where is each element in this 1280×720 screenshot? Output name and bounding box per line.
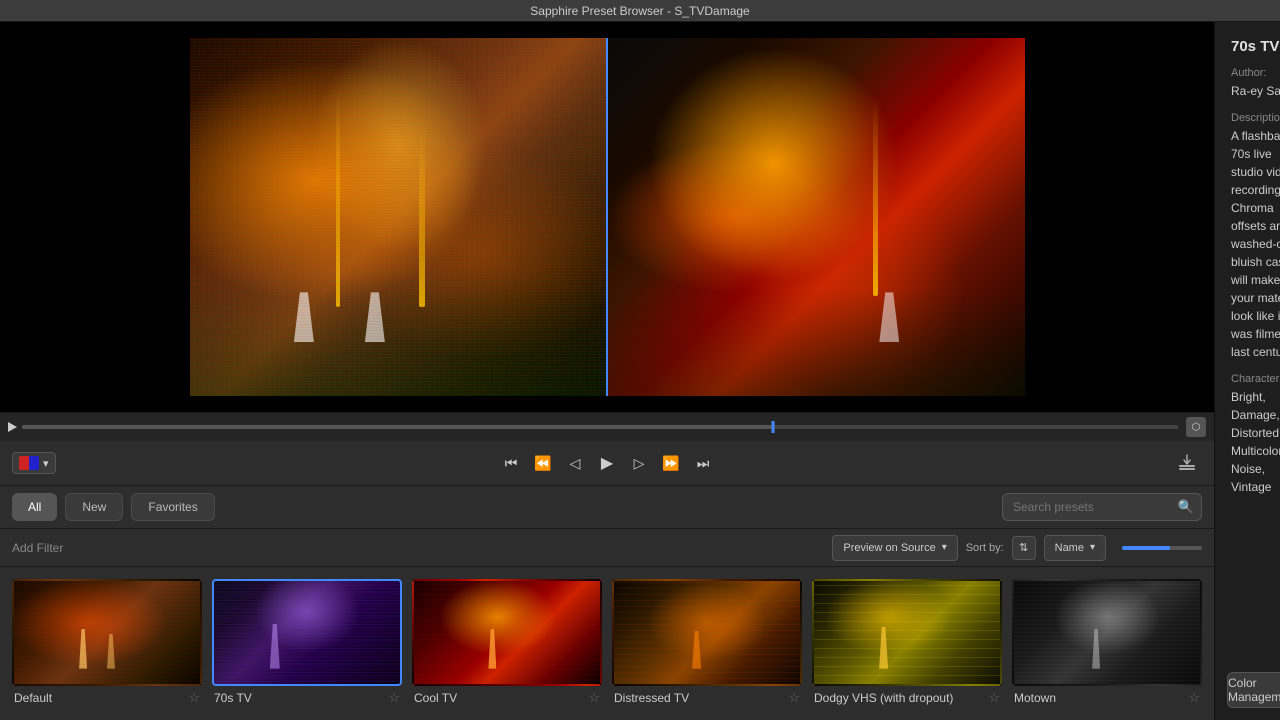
author-value: Ra-ey Saleh bbox=[1231, 82, 1280, 100]
color-management-button[interactable]: Color Management bbox=[1227, 672, 1280, 708]
filter-tab-all[interactable]: All bbox=[12, 493, 57, 521]
search-icon: 🔍 bbox=[1178, 499, 1194, 515]
characteristics-label: Characteristics: bbox=[1231, 373, 1280, 385]
preset-thumb-default bbox=[12, 579, 202, 686]
favorite-icon-motown[interactable]: ☆ bbox=[1188, 690, 1200, 706]
favorite-icon-dodgy[interactable]: ☆ bbox=[988, 690, 1000, 706]
field-overlay bbox=[190, 271, 608, 396]
favorite-icon-70stv[interactable]: ☆ bbox=[388, 690, 400, 706]
preview-left bbox=[190, 38, 608, 396]
step-forward-button[interactable]: ▷ bbox=[625, 449, 653, 477]
preset-thumb-dodgy bbox=[812, 579, 1002, 686]
thumbnails-area: Default ☆ 70s TV ☆ bbox=[0, 567, 1214, 720]
preset-info: 70s TV Author: Ra-ey Saleh Description: … bbox=[1215, 22, 1280, 672]
favorite-icon-distressed[interactable]: ☆ bbox=[788, 690, 800, 706]
title-bar: Sapphire Preset Browser - S_TVDamage bbox=[0, 0, 1280, 22]
main-layout: ⬡ ▾ ⏮ ⏪ ◁ ▶ ▷ ⏩ ⏭ bbox=[0, 22, 1280, 720]
play-button[interactable]: ▶ bbox=[593, 449, 621, 477]
silhouette-1 bbox=[294, 292, 314, 342]
fast-forward-button[interactable]: ⏩ bbox=[657, 449, 685, 477]
right-sidebar: 70s TV Author: Ra-ey Saleh Description: … bbox=[1214, 22, 1280, 720]
sort-dropdown-arrow-icon: ▾ bbox=[1090, 542, 1095, 553]
preset-label-default: Default bbox=[14, 691, 52, 705]
sort-name-button[interactable]: Name ▾ bbox=[1044, 535, 1106, 561]
preset-thumb-cooltv bbox=[412, 579, 602, 686]
preset-thumb-distressed bbox=[612, 579, 802, 686]
thumbnail-size-slider[interactable] bbox=[1122, 546, 1202, 550]
description-label: Description: bbox=[1231, 112, 1280, 124]
preset-thumb-motown bbox=[1012, 579, 1202, 686]
skip-to-end-button[interactable]: ⏭ bbox=[689, 449, 717, 477]
preset-label-cooltv: Cool TV bbox=[414, 691, 457, 705]
color-swatch bbox=[19, 456, 39, 470]
preview-divider bbox=[606, 38, 608, 396]
characteristics-section: Characteristics: Bright, Damage, Distort… bbox=[1231, 373, 1280, 496]
light-beam-2 bbox=[419, 128, 425, 307]
filter-bar: All New Favorites 🔍 bbox=[0, 485, 1214, 529]
window-title: Sapphire Preset Browser - S_TVDamage bbox=[530, 4, 749, 18]
author-label: Author: bbox=[1231, 67, 1280, 79]
preset-label-70stv: 70s TV bbox=[214, 691, 252, 705]
scrubber-bar[interactable]: ⬡ bbox=[0, 413, 1214, 441]
preset-item-distressed[interactable]: Distressed TV ☆ bbox=[612, 579, 802, 706]
filter-tab-new[interactable]: New bbox=[65, 493, 123, 521]
favorite-icon-cooltv[interactable]: ☆ bbox=[588, 690, 600, 706]
preset-options-bar: Add Filter Preview on Source ▾ Sort by: … bbox=[0, 529, 1214, 567]
preset-label-dodgy: Dodgy VHS (with dropout) bbox=[814, 691, 953, 705]
characteristics-value: Bright, Damage, Distorted, Multicolored,… bbox=[1231, 388, 1280, 496]
favorite-icon-default[interactable]: ☆ bbox=[188, 690, 200, 706]
scrubber-track[interactable] bbox=[22, 425, 1178, 429]
color-picker-button[interactable]: ▾ bbox=[12, 452, 56, 474]
scrubber-fill bbox=[22, 425, 773, 429]
add-filter-button[interactable]: Add Filter bbox=[12, 541, 63, 555]
preset-item-cooltv[interactable]: Cool TV ☆ bbox=[412, 579, 602, 706]
field-overlay-r bbox=[607, 289, 1025, 396]
filter-tab-favorites[interactable]: Favorites bbox=[131, 493, 214, 521]
search-box: 🔍 bbox=[1002, 493, 1202, 521]
dropdown-arrow-icon: ▾ bbox=[942, 542, 947, 553]
export-button[interactable] bbox=[1172, 448, 1202, 478]
scrubber-head bbox=[772, 421, 775, 433]
step-back-button[interactable]: ◁ bbox=[561, 449, 589, 477]
rewind-button[interactable]: ⏪ bbox=[529, 449, 557, 477]
left-area: ⬡ ▾ ⏮ ⏪ ◁ ▶ ▷ ⏩ ⏭ bbox=[0, 22, 1214, 720]
description-section: Description: A flashback to 70s live stu… bbox=[1231, 112, 1280, 361]
transport-area: ⬡ ▾ ⏮ ⏪ ◁ ▶ ▷ ⏩ ⏭ bbox=[0, 412, 1214, 485]
description-value: A flashback to 70s live studio video rec… bbox=[1231, 127, 1280, 361]
sort-order-button[interactable]: ⇅ bbox=[1012, 536, 1036, 560]
preview-right bbox=[607, 38, 1025, 396]
sort-label: Sort by: bbox=[966, 542, 1004, 554]
transport-controls: ▾ ⏮ ⏪ ◁ ▶ ▷ ⏩ ⏭ bbox=[0, 441, 1214, 485]
preview-area bbox=[0, 22, 1214, 412]
silhouette-2 bbox=[365, 292, 385, 342]
author-section: Author: Ra-ey Saleh bbox=[1231, 67, 1280, 100]
preset-item-dodgy[interactable]: Dodgy VHS (with dropout) ☆ bbox=[812, 579, 1002, 706]
search-input[interactable] bbox=[1002, 493, 1202, 521]
preset-label-motown: Motown bbox=[1014, 691, 1056, 705]
preview-split bbox=[190, 38, 1025, 396]
preset-thumb-70stv bbox=[212, 579, 402, 686]
scanline-overlay bbox=[190, 38, 608, 396]
preset-item-70stv[interactable]: 70s TV ☆ bbox=[212, 579, 402, 706]
play-position-marker bbox=[8, 422, 17, 432]
preset-item-motown[interactable]: Motown ☆ bbox=[1012, 579, 1202, 706]
preset-label-distressed: Distressed TV bbox=[614, 691, 689, 705]
loop-btn[interactable]: ⬡ bbox=[1186, 417, 1206, 437]
skip-to-start-button[interactable]: ⏮ bbox=[497, 449, 525, 477]
light-beam-3 bbox=[873, 99, 878, 296]
preset-item-default[interactable]: Default ☆ bbox=[12, 579, 202, 706]
preset-info-title: 70s TV bbox=[1231, 38, 1280, 55]
light-beam-1 bbox=[336, 92, 340, 307]
preview-source-button[interactable]: Preview on Source ▾ bbox=[832, 535, 957, 561]
